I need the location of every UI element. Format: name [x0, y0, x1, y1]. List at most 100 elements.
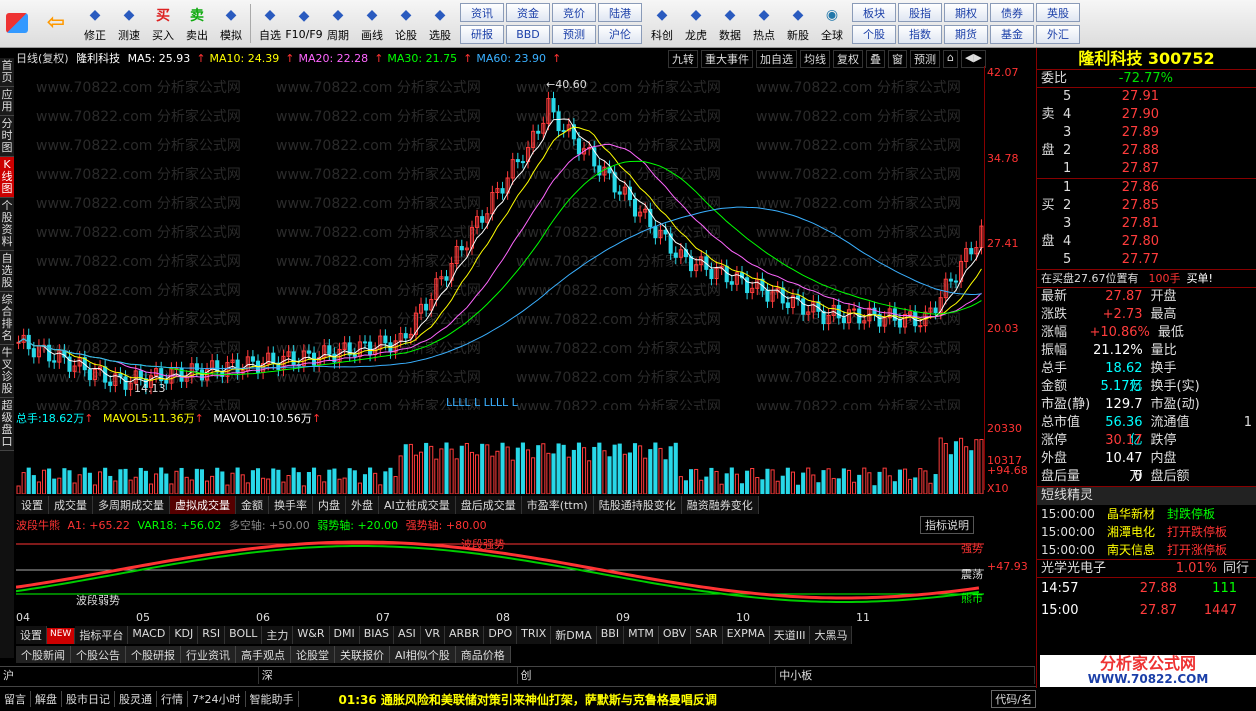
bottom-item-3[interactable]: 股灵通: [115, 691, 157, 707]
toolbar-button-8[interactable]: ◆ 画线: [355, 0, 389, 47]
bottom-item-5[interactable]: 7*24小时: [188, 691, 246, 707]
buy-row-3[interactable]: 盘 4 27.80: [1037, 233, 1256, 251]
indicator-tab-10[interactable]: BIAS: [359, 626, 395, 644]
quick-button-2[interactable]: 资金: [506, 3, 550, 22]
volume-tab-12[interactable]: 融资融券变化: [681, 496, 759, 514]
nav-tab-8[interactable]: 商品价格: [456, 646, 511, 663]
toolbar-button-0[interactable]: ◆ 修正: [78, 0, 112, 47]
sell-row-3[interactable]: 盘 2 27.88: [1037, 142, 1256, 160]
volume-tab-0[interactable]: 设置: [16, 496, 49, 514]
toolbar-button-10[interactable]: ◆ 选股: [423, 0, 457, 47]
nav-tab-2[interactable]: 个股研报: [126, 646, 181, 663]
market-button-6[interactable]: 债券: [990, 3, 1034, 22]
quick-button-3[interactable]: BBD: [506, 24, 550, 44]
market-index-1[interactable]: 深: [259, 667, 518, 684]
indicator-tab-2[interactable]: 指标平台: [75, 626, 129, 644]
indicator-tab-13[interactable]: ARBR: [444, 626, 485, 644]
toolbar2-button-0[interactable]: ◆ 科创: [645, 0, 679, 47]
left-tab-6[interactable]: 综合排名: [0, 292, 14, 345]
indicator-tab-1[interactable]: NEW: [47, 628, 76, 644]
kline-chart[interactable]: www.70822.com 分析家公式网 www.70822.com 分析家公式网…: [16, 66, 984, 410]
volume-tab-6[interactable]: 内盘: [313, 496, 346, 514]
toolbar-back-button[interactable]: ⇦: [34, 0, 78, 47]
indicator-tab-14[interactable]: DPO: [484, 626, 518, 644]
sell-row-1[interactable]: 卖 4 27.90: [1037, 106, 1256, 124]
volume-tab-1[interactable]: 成交量: [49, 496, 93, 514]
market-button-7[interactable]: 基金: [990, 24, 1034, 44]
buy-row-1[interactable]: 买 2 27.85: [1037, 197, 1256, 215]
market-button-9[interactable]: 外汇: [1036, 24, 1080, 44]
toolbar-button-3[interactable]: 卖卖出: [180, 0, 214, 47]
toolbar-button-1[interactable]: ◆ 测速: [112, 0, 146, 47]
volume-tab-2[interactable]: 多周期成交量: [93, 496, 170, 514]
quick-button-5[interactable]: 预测: [552, 24, 596, 44]
indicator-tab-18[interactable]: MTM: [624, 626, 659, 644]
volume-tab-10[interactable]: 市盈率(ttm): [521, 496, 594, 514]
volume-tab-4[interactable]: 金额: [236, 496, 269, 514]
indicator-tab-0[interactable]: 设置: [16, 626, 47, 644]
toolbar-globe-button[interactable]: ◉ 全球: [815, 0, 849, 47]
volume-chart[interactable]: [16, 424, 984, 494]
nav-tab-1[interactable]: 个股公告: [71, 646, 126, 663]
indicator-tab-20[interactable]: SAR: [691, 626, 723, 644]
indicator-tab-4[interactable]: KDJ: [170, 626, 199, 644]
quick-button-0[interactable]: 资讯: [460, 3, 504, 22]
volume-tab-7[interactable]: 外盘: [346, 496, 379, 514]
left-tab-2[interactable]: 分时图: [0, 116, 14, 157]
indicator-tab-7[interactable]: 主力: [262, 626, 294, 644]
bottom-item-6[interactable]: 智能助手: [246, 691, 299, 707]
indicator-tab-11[interactable]: ASI: [394, 626, 421, 644]
toolbar-button-2[interactable]: 买买入: [146, 0, 180, 47]
market-button-1[interactable]: 个股: [852, 24, 896, 44]
market-button-3[interactable]: 指数: [898, 24, 942, 44]
volume-tab-8[interactable]: AI立桩成交量: [379, 496, 456, 514]
left-tab-7[interactable]: 牛叉诊股: [0, 345, 14, 398]
sell-row-2[interactable]: 3 27.89: [1037, 124, 1256, 142]
market-index-2[interactable]: 创: [518, 667, 777, 684]
indicator-tab-23[interactable]: 大黑马: [810, 626, 853, 644]
volume-tab-3[interactable]: 虚拟成交量: [170, 496, 236, 514]
sell-row-0[interactable]: 5 27.91: [1037, 88, 1256, 106]
indicator-tab-21[interactable]: EXPMA: [722, 626, 770, 644]
quick-button-4[interactable]: 竞价: [552, 3, 596, 22]
toolbar-button-4[interactable]: ◆ 模拟: [214, 0, 248, 47]
left-tab-8[interactable]: 超级盘口: [0, 398, 14, 451]
indicator-tab-8[interactable]: W&R: [293, 626, 330, 644]
code-search-input[interactable]: 代码/名: [991, 690, 1036, 708]
left-tab-3[interactable]: K线图: [0, 157, 14, 198]
indicator-chart[interactable]: 波段强势 强势震荡熊市 波段弱势: [16, 530, 984, 610]
toolbar-button-5[interactable]: ◆ 自选: [253, 0, 287, 47]
toolbar2-button-4[interactable]: ◆ 新股: [781, 0, 815, 47]
indicator-tab-6[interactable]: BOLL: [225, 626, 263, 644]
nav-tab-6[interactable]: 关联报价: [335, 646, 390, 663]
toolbar-button-7[interactable]: ◆ 周期: [321, 0, 355, 47]
volume-tab-11[interactable]: 陆股通持股变化: [593, 496, 682, 514]
ad-logo[interactable]: 分析家公式网 WWW.70822.COM: [1040, 655, 1256, 687]
bottom-item-0[interactable]: 留言: [0, 691, 31, 707]
indicator-tab-15[interactable]: TRIX: [517, 626, 552, 644]
left-tab-4[interactable]: 个股资料: [0, 198, 14, 251]
indicator-tab-9[interactable]: DMI: [329, 626, 360, 644]
quick-button-7[interactable]: 沪伦: [598, 24, 642, 44]
left-tab-1[interactable]: 应用: [0, 87, 14, 116]
indicator-tab-5[interactable]: RSI: [198, 626, 226, 644]
indicator-tab-12[interactable]: VR: [420, 626, 445, 644]
nav-tab-0[interactable]: 个股新闻: [16, 646, 71, 663]
buy-row-4[interactable]: 5 27.77: [1037, 251, 1256, 269]
buy-row-2[interactable]: 3 27.81: [1037, 215, 1256, 233]
volume-tab-5[interactable]: 换手率: [269, 496, 313, 514]
left-tab-0[interactable]: 首页: [0, 58, 14, 87]
quick-button-6[interactable]: 陆港: [598, 3, 642, 22]
bottom-item-4[interactable]: 行情: [157, 691, 188, 707]
nav-tab-7[interactable]: AI相似个股: [390, 646, 456, 663]
bottom-item-1[interactable]: 解盘: [31, 691, 62, 707]
market-button-4[interactable]: 期权: [944, 3, 988, 22]
indicator-tab-17[interactable]: BBI: [596, 626, 625, 644]
indicator-tab-19[interactable]: OBV: [658, 626, 692, 644]
bottom-item-2[interactable]: 股市日记: [62, 691, 115, 707]
market-button-2[interactable]: 股指: [898, 3, 942, 22]
indicator-tab-16[interactable]: 新DMA: [551, 626, 597, 644]
sprite-row-1[interactable]: 15:00:00 湘潭电化 打开跌停板: [1037, 523, 1256, 541]
toolbar-button-6[interactable]: ◆ F10/F9: [285, 0, 322, 47]
indicator-tab-3[interactable]: MACD: [128, 626, 171, 644]
